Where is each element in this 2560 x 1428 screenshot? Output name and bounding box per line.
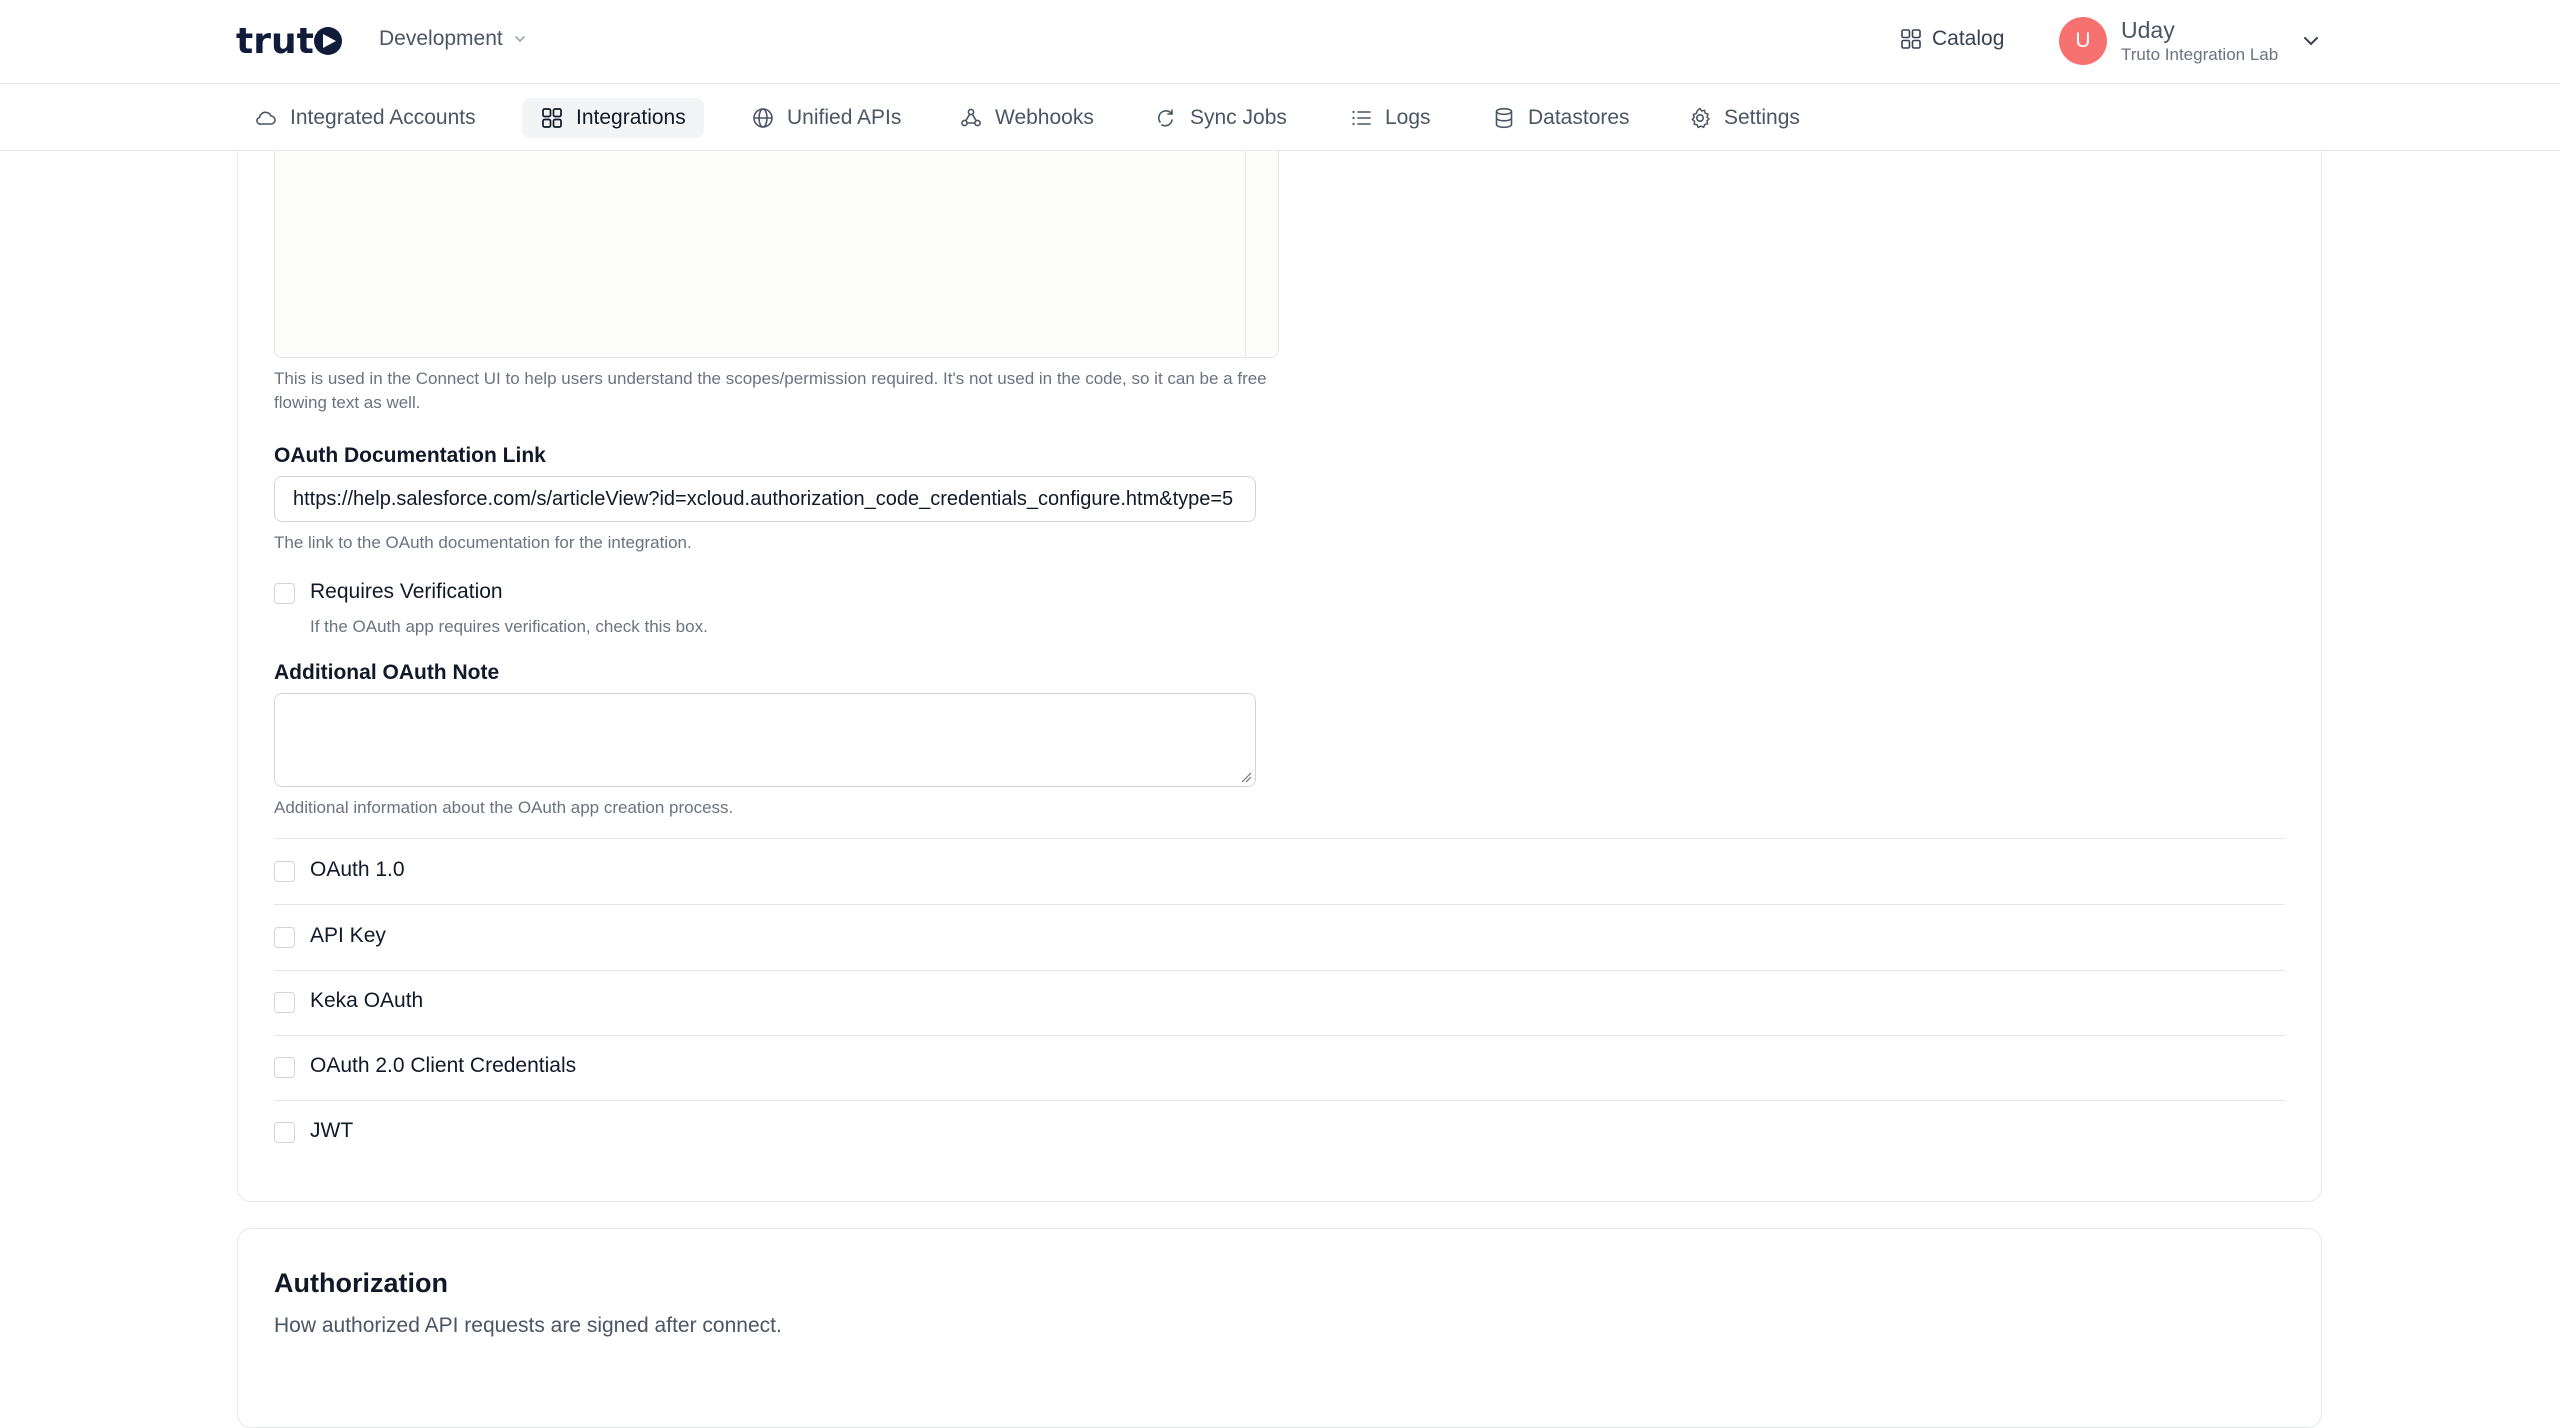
svg-text:trut: trut — [236, 21, 314, 61]
cloud-icon — [256, 111, 276, 125]
oauth1-label: OAuth 1.0 — [310, 858, 405, 881]
nav-settings[interactable]: Settings — [1670, 98, 1818, 138]
nav-label: Unified APIs — [787, 106, 902, 129]
oauth1-checkbox[interactable] — [274, 861, 295, 882]
user-org: Truto Integration Lab — [2121, 45, 2279, 64]
divider — [274, 970, 2285, 971]
oauth-doc-help: The link to the OAuth documentation for … — [274, 533, 692, 552]
jwt-checkbox[interactable] — [274, 1122, 295, 1143]
user-menu[interactable]: U Uday Truto Integration Lab — [2059, 16, 2278, 66]
divider — [274, 1035, 2285, 1036]
environment-label: Development — [379, 27, 503, 50]
grid-icon — [542, 108, 562, 128]
oauth-doc-label: OAuth Documentation Link — [274, 444, 546, 467]
oauth2-client-credentials-checkbox[interactable] — [274, 1057, 295, 1078]
globe-icon — [753, 108, 773, 128]
user-menu-chevron[interactable] — [2300, 30, 2322, 57]
user-info: Uday Truto Integration Lab — [2121, 16, 2278, 66]
truto-logo[interactable]: trut — [236, 20, 344, 62]
user-name: Uday — [2121, 17, 2175, 43]
authorization-subtitle: How authorized API requests are signed a… — [274, 1314, 782, 1337]
keka-oauth-label: Keka OAuth — [310, 989, 424, 1012]
nav-webhooks[interactable]: Webhooks — [941, 98, 1112, 138]
database-icon — [1495, 107, 1513, 129]
nav-label: Sync Jobs — [1190, 106, 1287, 129]
list-icon — [1352, 110, 1371, 126]
nav-integrations[interactable]: Integrations — [522, 98, 704, 138]
requires-verification-checkbox[interactable] — [274, 583, 295, 604]
keka-oauth-checkbox[interactable] — [274, 992, 295, 1013]
additional-note-label: Additional OAuth Note — [274, 661, 500, 684]
grid-icon — [1901, 29, 1921, 49]
catalog-label: Catalog — [1932, 27, 2005, 50]
nav-label: Datastores — [1528, 106, 1630, 129]
nav-label: Settings — [1724, 106, 1800, 129]
nav-label: Logs — [1385, 106, 1431, 129]
api-key-checkbox[interactable] — [274, 927, 295, 948]
top-bar: trut Development Catalog U Uday Truto In… — [0, 0, 2560, 84]
main-nav: Integrated Accounts Integrations Unified… — [0, 84, 2560, 151]
nav-unified-apis[interactable]: Unified APIs — [733, 98, 919, 138]
divider — [274, 904, 2285, 905]
chevron-down-icon — [2304, 37, 2318, 46]
authorization-title: Authorization — [274, 1268, 448, 1298]
jwt-label: JWT — [310, 1119, 354, 1142]
scopes-help-text: This is used in the Connect UI to help u… — [274, 369, 1267, 412]
nav-integrated-accounts[interactable]: Integrated Accounts — [236, 98, 494, 138]
nav-label: Integrated Accounts — [290, 106, 476, 129]
oauth2-client-credentials-label: OAuth 2.0 Client Credentials — [310, 1054, 577, 1077]
sync-icon — [1157, 109, 1173, 127]
nav-label: Integrations — [576, 106, 686, 129]
catalog-button[interactable]: Catalog — [1900, 27, 2004, 51]
oauth-doc-link-input[interactable]: https://help.salesforce.com/s/articleVie… — [274, 476, 1256, 522]
avatar: U — [2059, 17, 2107, 65]
chevron-down-icon — [514, 36, 525, 43]
avatar-initial: U — [2075, 29, 2091, 52]
additional-note-help: Additional information about the OAuth a… — [274, 798, 734, 817]
environment-selector[interactable]: Development — [379, 27, 527, 51]
gear-icon — [1691, 107, 1710, 129]
divider — [274, 1100, 2285, 1101]
nav-label: Webhooks — [995, 106, 1094, 129]
additional-note-textarea[interactable] — [274, 693, 1256, 787]
resize-grip-icon[interactable] — [1240, 771, 1252, 783]
requires-verification-label: Requires Verification — [310, 580, 503, 603]
requires-verification-help: If the OAuth app requires verification, … — [310, 617, 708, 636]
webhook-icon — [961, 108, 981, 127]
truto-logo-mark: trut — [236, 21, 342, 61]
nav-logs[interactable]: Logs — [1331, 98, 1449, 138]
nav-datastores[interactable]: Datastores — [1474, 98, 1648, 138]
nav-sync-jobs[interactable]: Sync Jobs — [1136, 98, 1305, 138]
divider — [274, 838, 2285, 839]
api-key-label: API Key — [310, 924, 386, 947]
